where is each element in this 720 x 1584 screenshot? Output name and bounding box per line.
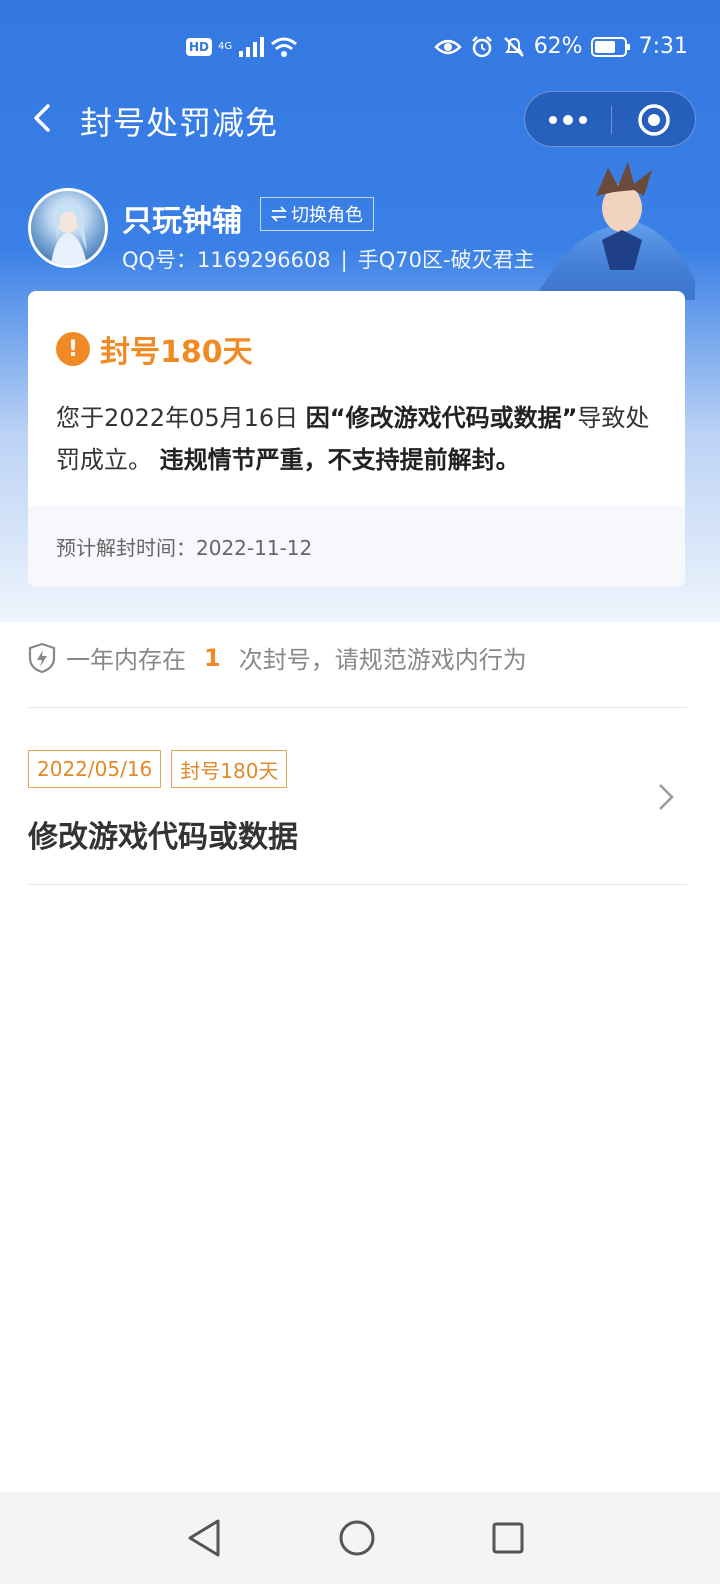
network-type: 4G: [218, 41, 233, 52]
ban-detail-card: ! 封号180天 您于2022年05月16日 因“修改游戏代码或数据”导致处罚成…: [28, 291, 685, 587]
divider-bottom: [28, 884, 687, 885]
shield-lightning-icon: [28, 642, 56, 673]
close-miniprogram-button[interactable]: [611, 92, 697, 148]
record-tags: 2022/05/16 封号180天: [28, 750, 288, 788]
status-right: 62% 7:31: [433, 34, 688, 59]
triangle-back-icon: [188, 1519, 220, 1557]
warning-icon: !: [56, 332, 90, 366]
title-bar: 封号处罚减免: [0, 88, 720, 150]
back-button[interactable]: [26, 98, 66, 138]
nav-home-button[interactable]: [331, 1512, 383, 1564]
more-button[interactable]: [525, 92, 611, 148]
battery-percent: 62%: [533, 34, 583, 59]
miniprogram-capsule: [524, 91, 696, 147]
nav-recents-button[interactable]: [482, 1512, 534, 1564]
circle-home-icon: [339, 1520, 375, 1556]
ban-count-notice: 一年内存在 1 次封号，请规范游戏内行为: [28, 640, 527, 675]
unban-time: 预计解封时间：2022-11-12: [28, 506, 685, 587]
mute-bell-icon: [503, 36, 524, 57]
signal-icon: [239, 37, 265, 57]
notice-count: 1: [204, 643, 221, 672]
ban-record-item[interactable]: 2022/05/16 封号180天 修改游戏代码或数据: [0, 708, 720, 884]
qq-number: QQ号：1169296608: [122, 248, 331, 272]
desc-severity: 违规情节严重，不支持提前解封。: [159, 446, 520, 474]
wifi-icon: [271, 37, 298, 57]
notice-suffix: 次封号，请规范游戏内行为: [238, 646, 527, 674]
ban-duration-title: 封号180天: [100, 335, 253, 370]
ban-header: ! 封号180天: [56, 327, 253, 371]
record-reason: 修改游戏代码或数据: [28, 820, 298, 855]
swap-arrows-icon: [271, 206, 287, 222]
desc-reason: 因“修改游戏代码或数据”: [305, 404, 578, 432]
record-duration-tag: 封号180天: [171, 750, 288, 788]
status-left: HD 4G: [186, 36, 298, 58]
record-date-tag: 2022/05/16: [28, 750, 162, 788]
ban-description: 您于2022年05月16日 因“修改游戏代码或数据”导致处罚成立。 违规情节严重…: [56, 397, 656, 481]
switch-role-label: 切换角色: [291, 205, 363, 226]
alarm-icon: [471, 35, 492, 57]
player-name: 只玩钟辅: [122, 204, 242, 239]
back-arrow-icon: [34, 104, 50, 132]
hd-indicator: HD: [186, 38, 213, 56]
chevron-right-icon: [659, 784, 674, 810]
avatar: [28, 188, 108, 268]
status-bar: HD 4G 62% 7:31: [0, 26, 720, 72]
battery-icon: [590, 36, 630, 57]
nav-back-button[interactable]: [178, 1512, 230, 1564]
notice-prefix: 一年内存在: [66, 646, 186, 674]
system-nav-bar: [0, 1492, 720, 1584]
hero-character-illustration: [540, 162, 695, 300]
clock: 7:31: [638, 34, 688, 59]
desc-date: 您于2022年05月16日: [56, 404, 306, 432]
account-separator: |: [340, 248, 348, 272]
page-title: 封号处罚减免: [80, 104, 279, 142]
square-recents-icon: [492, 1522, 524, 1554]
account-info: QQ号：1169296608 | 手Q70区-破灭君主: [122, 244, 535, 274]
server-name: 手Q70区-破灭君主: [357, 248, 535, 272]
more-dots-icon: [549, 115, 587, 125]
eye-icon: [433, 39, 462, 54]
switch-role-button[interactable]: 切换角色: [260, 197, 374, 231]
target-close-icon: [638, 104, 670, 136]
avatar-image: [51, 201, 87, 265]
